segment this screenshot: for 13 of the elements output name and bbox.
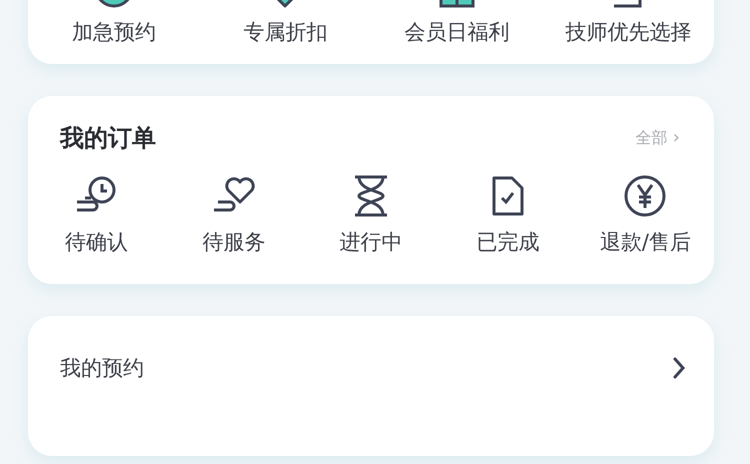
order-status-item[interactable]: 待确认 [28, 174, 166, 256]
chevron-right-icon [672, 356, 686, 380]
yen-icon [623, 174, 668, 218]
order-status-item[interactable]: 已完成 [440, 174, 577, 256]
appointments-row[interactable]: 我的预约 [28, 316, 714, 382]
order-status-item[interactable]: 进行中 [302, 174, 440, 256]
order-status-item[interactable]: 退款/售后 [576, 174, 714, 256]
benefit-item[interactable]: 加急预约 [28, 0, 200, 46]
benefit-item[interactable]: 会员日福利 [371, 0, 542, 46]
order-status-item[interactable]: 待服务 [165, 174, 302, 256]
benefit-item[interactable]: 专属折扣 [200, 0, 371, 46]
benefit-item[interactable]: 技师优先选择 [542, 0, 714, 46]
section-title: 我的订单 [60, 123, 156, 154]
